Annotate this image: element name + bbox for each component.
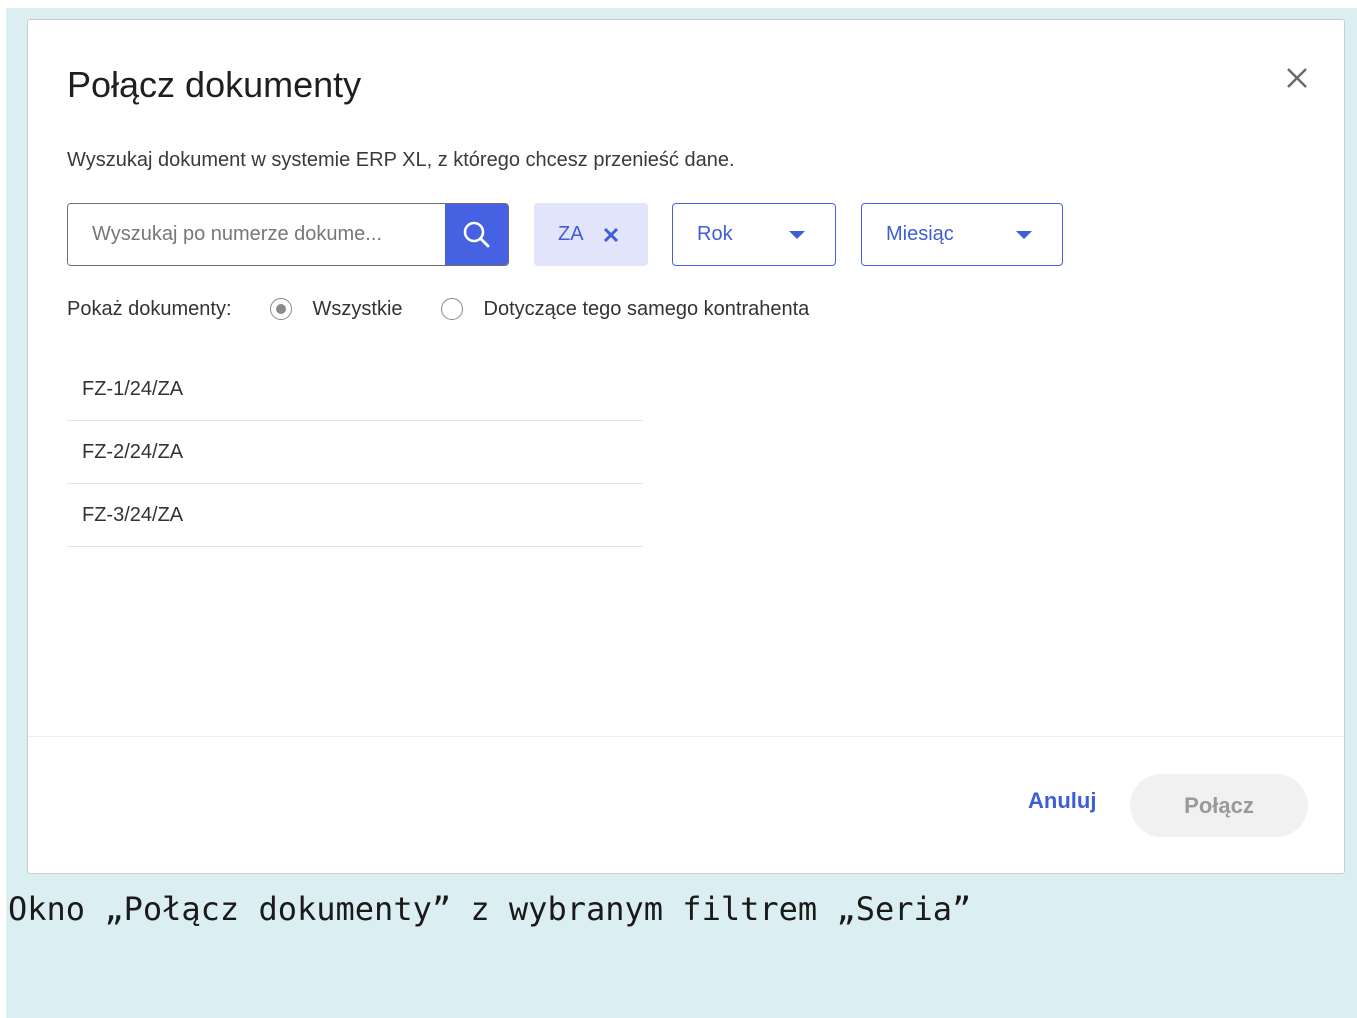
year-dropdown-label: Rok	[697, 223, 733, 245]
series-filter-label: ZA	[558, 223, 584, 245]
footer-divider	[28, 736, 1344, 737]
list-item[interactable]: FZ-3/24/ZA	[67, 484, 643, 547]
chevron-down-icon	[789, 231, 805, 239]
search-box	[67, 203, 509, 266]
search-icon	[463, 221, 489, 247]
document-list: FZ-1/24/ZA FZ-2/24/ZA FZ-3/24/ZA	[67, 358, 643, 547]
show-documents-row: Pokaż dokumenty: Wszystkie Dotyczące teg…	[67, 294, 809, 324]
list-item[interactable]: FZ-2/24/ZA	[67, 421, 643, 484]
radio-all-label: Wszystkie	[312, 297, 403, 320]
series-filter-chip[interactable]: ZA	[534, 203, 648, 266]
radio-same-contractor[interactable]	[440, 298, 463, 320]
list-item[interactable]: FZ-1/24/ZA	[67, 358, 643, 421]
year-dropdown[interactable]: Rok	[672, 203, 836, 266]
month-dropdown-label: Miesiąc	[886, 223, 954, 245]
image-caption: Okno „Połącz dokumenty” z wybranym filtr…	[8, 890, 972, 928]
connect-documents-dialog: Połącz dokumenty Wyszukaj dokument w sys…	[27, 19, 1345, 874]
connect-button[interactable]: Połącz	[1130, 774, 1308, 837]
dialog-description: Wyszukaj dokument w systemie ERP XL, z k…	[67, 149, 735, 171]
radio-same-contractor-label: Dotyczące tego samego kontrahenta	[483, 297, 810, 320]
search-input[interactable]	[68, 204, 445, 265]
search-button[interactable]	[445, 204, 508, 265]
dialog-title: Połącz dokumenty	[67, 64, 362, 105]
cancel-button[interactable]: Anuluj	[1028, 788, 1096, 814]
chevron-down-icon	[1016, 231, 1032, 239]
radio-all[interactable]	[269, 298, 292, 320]
remove-filter-icon[interactable]	[602, 226, 620, 244]
radio-selected-dot	[275, 304, 286, 314]
month-dropdown[interactable]: Miesiąc	[861, 203, 1063, 266]
show-documents-label: Pokaż dokumenty:	[67, 297, 232, 320]
close-icon[interactable]	[1281, 62, 1313, 94]
